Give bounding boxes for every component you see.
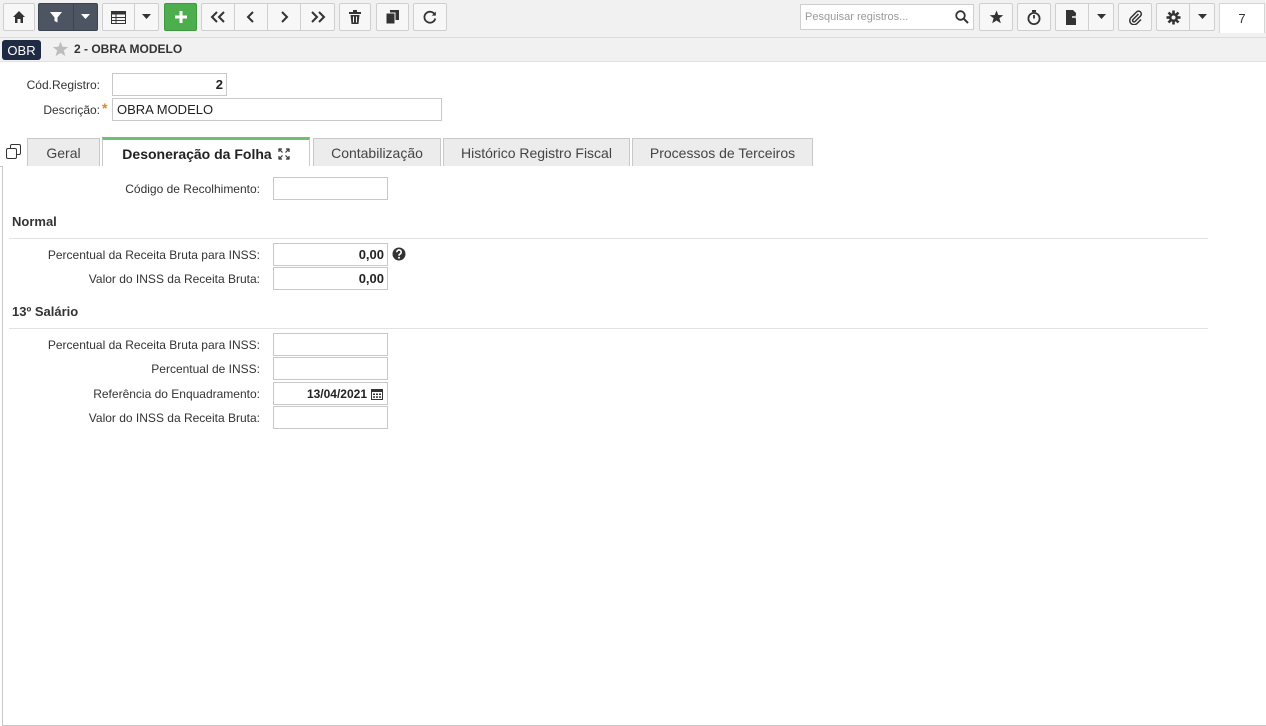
tab-desoneracao-folha[interactable]: Desoneração da Folha (102, 137, 310, 167)
settings-dropdown-button[interactable] (1189, 3, 1215, 31)
first-record-button[interactable] (201, 3, 235, 31)
timer-button[interactable] (1017, 3, 1051, 31)
tab-label: Desoneração da Folha (122, 145, 272, 162)
stopwatch-icon (1027, 9, 1041, 25)
home-button[interactable] (3, 3, 35, 31)
export-dropdown-button[interactable] (1088, 3, 1114, 31)
normal-valor-label: Valor do INSS da Receita Bruta: (88, 272, 260, 286)
previous-record-button[interactable] (234, 3, 268, 31)
search-input[interactable] (801, 5, 951, 29)
breadcrumb: OBR 2 - OBRA MODELO (0, 38, 1266, 62)
add-record-button[interactable] (164, 3, 197, 31)
gear-icon (1166, 10, 1180, 24)
salario13-percentual-receita-label: Percentual da Receita Bruta para INSS: (47, 338, 260, 352)
caret-down-icon (1096, 14, 1106, 19)
tab-processos-terceiros[interactable]: Processos de Terceiros (632, 138, 813, 167)
favorite-button[interactable] (979, 3, 1013, 31)
attachment-button[interactable] (1118, 3, 1152, 31)
prev-icon (246, 11, 254, 23)
calendar-icon[interactable] (371, 388, 383, 400)
caret-down-icon (81, 14, 90, 19)
divider (9, 238, 1208, 239)
tab-label: Contabilização (331, 145, 423, 161)
favorite-star-icon[interactable] (52, 41, 69, 60)
last-icon (310, 11, 325, 23)
search-button[interactable] (955, 10, 969, 27)
record-count: 7 (1219, 3, 1265, 33)
tab-label: Histórico Registro Fiscal (461, 145, 612, 161)
delete-button[interactable] (339, 3, 371, 31)
filter-button[interactable] (38, 3, 74, 31)
salario13-valor-label: Valor do INSS da Receita Bruta: (88, 411, 260, 425)
export-icon (1066, 9, 1079, 25)
next-icon (281, 11, 289, 23)
salario13-percentual-inss-label: Percentual de INSS: (151, 362, 260, 376)
attachment-icon (1128, 9, 1142, 25)
salario13-percentual-receita-field[interactable] (273, 333, 388, 356)
help-icon[interactable] (392, 247, 406, 264)
copy-tabs-icon[interactable] (6, 144, 22, 163)
search-icon (955, 10, 969, 24)
salario13-referencia-label: Referência do Enquadramento: (93, 387, 260, 401)
tab-label: Geral (46, 145, 81, 161)
cod-registro-field[interactable]: 2 (112, 73, 227, 96)
grid-view-dropdown-button[interactable] (134, 3, 159, 31)
star-icon (989, 10, 1003, 24)
expand-icon[interactable] (278, 147, 290, 160)
divider (9, 328, 1208, 329)
codigo-recolhimento-field[interactable] (273, 177, 388, 200)
refresh-button[interactable] (413, 3, 447, 31)
filter-dropdown-button[interactable] (73, 3, 98, 31)
normal-valor-field[interactable]: 0,00 (273, 267, 388, 290)
search-box (800, 4, 974, 30)
record-title: 2 - OBRA MODELO (74, 42, 183, 56)
export-button[interactable] (1055, 3, 1089, 31)
refresh-icon (423, 10, 437, 24)
caret-down-icon (142, 14, 151, 19)
tab-label: Processos de Terceiros (649, 145, 796, 161)
normal-percentual-label: Percentual da Receita Bruta para INSS: (47, 248, 260, 262)
required-mark: * (102, 100, 108, 116)
tab-historico-registro-fiscal[interactable]: Histórico Registro Fiscal (443, 138, 630, 167)
home-icon (13, 11, 25, 23)
toolbar: 7 (0, 0, 1266, 38)
section-normal-title: Normal (12, 214, 57, 229)
copy-icon (386, 10, 399, 24)
tab-contabilizacao[interactable]: Contabilização (313, 138, 441, 167)
cod-registro-label: Cód.Registro: (26, 78, 100, 92)
tab-geral[interactable]: Geral (27, 138, 100, 167)
filter-icon (50, 12, 62, 23)
section-13-salario-title: 13º Salário (12, 304, 79, 319)
next-record-button[interactable] (267, 3, 301, 31)
caret-down-icon (1197, 14, 1207, 19)
plus-icon (174, 11, 187, 23)
module-badge: OBR (2, 40, 41, 60)
descricao-label: Descrição: (43, 103, 100, 117)
codigo-recolhimento-label: Código de Recolhimento: (125, 182, 260, 196)
settings-button[interactable] (1156, 3, 1190, 31)
normal-percentual-field[interactable]: 0,00 (273, 243, 388, 266)
salario13-valor-field[interactable] (273, 406, 388, 429)
salario13-referencia-date-field[interactable]: 13/04/2021 (273, 382, 388, 405)
last-record-button[interactable] (300, 3, 335, 31)
salario13-percentual-inss-field[interactable] (273, 357, 388, 380)
trash-icon (349, 10, 361, 24)
grid-view-button[interactable] (102, 3, 135, 31)
descricao-field[interactable]: OBRA MODELO (112, 98, 442, 121)
table-icon (111, 10, 126, 24)
date-value: 13/04/2021 (306, 387, 367, 401)
duplicate-button[interactable] (376, 3, 409, 31)
first-icon (210, 11, 225, 23)
